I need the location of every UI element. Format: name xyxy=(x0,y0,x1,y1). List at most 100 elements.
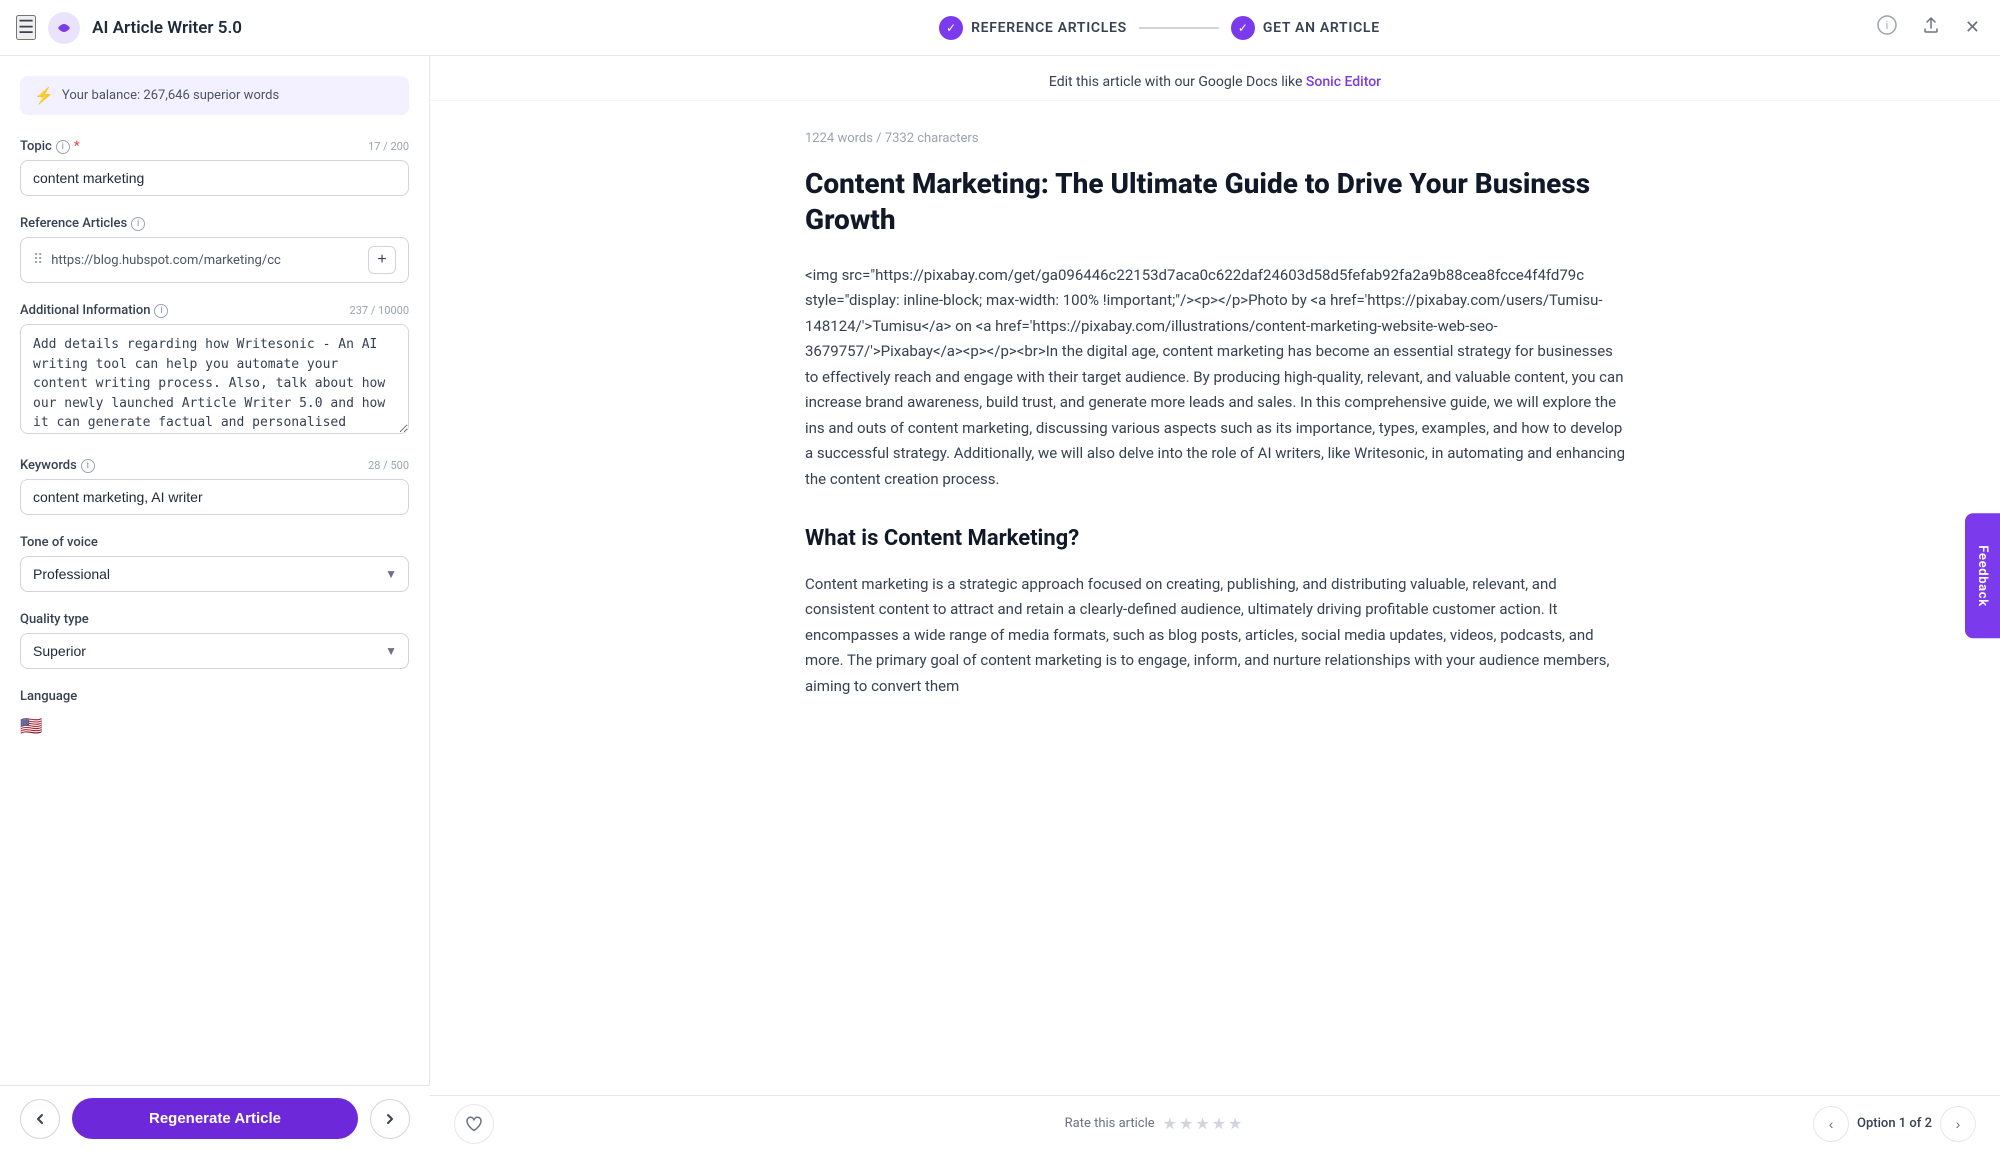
tone-select-wrapper: Professional Casual Formal Humorous ▼ xyxy=(20,556,409,592)
topic-info-icon[interactable]: i xyxy=(56,140,70,154)
add-reference-button[interactable]: + xyxy=(368,246,396,274)
tone-select[interactable]: Professional Casual Formal Humorous xyxy=(20,556,409,592)
additional-info-textarea[interactable]: Add details regarding how Writesonic - A… xyxy=(20,324,409,434)
heart-icon xyxy=(465,1115,483,1133)
additional-info-group: Additional Information i 237 / 10000 Add… xyxy=(20,303,409,438)
keywords-label: Keywords i xyxy=(20,458,95,473)
ref-label: Reference Articles i xyxy=(20,216,145,231)
article-content: <img src="https://pixabay.com/get/ga0964… xyxy=(805,263,1625,699)
keywords-group: Keywords i 28 / 500 xyxy=(20,458,409,515)
step-article[interactable]: ✓ GET AN ARTICLE xyxy=(1231,16,1380,40)
sidebar-bottom: Regenerate Article xyxy=(0,1085,430,1151)
article-bottom-bar: Rate this article ★ ★ ★ ★ ★ ‹ Option 1 o… xyxy=(430,1095,2000,1151)
star-4[interactable]: ★ xyxy=(1212,1114,1226,1133)
quality-select-wrapper: Superior Premium Economy ▼ xyxy=(20,633,409,669)
step-reference[interactable]: ✓ REFERENCE ARTICLES xyxy=(939,16,1127,40)
balance-text: Your balance: 267,646 superior words xyxy=(62,88,279,103)
keywords-input[interactable] xyxy=(20,479,409,515)
next-option-button[interactable]: › xyxy=(1940,1106,1976,1142)
header: ☰ AI Article Writer 5.0 ✓ REFERENCE ARTI… xyxy=(0,0,2000,56)
tone-label: Tone of voice xyxy=(20,535,98,550)
tone-label-row: Tone of voice xyxy=(20,535,409,550)
step1-label: REFERENCE ARTICLES xyxy=(971,20,1127,36)
ref-info-icon[interactable]: i xyxy=(131,217,145,231)
lightning-icon: ⚡ xyxy=(34,86,54,105)
step-line xyxy=(1139,27,1219,29)
sonic-editor-link[interactable]: Sonic Editor xyxy=(1306,74,1381,90)
prev-option-button[interactable]: ‹ xyxy=(1813,1106,1849,1142)
ref-label-row: Reference Articles i xyxy=(20,216,409,231)
section-paragraph: Content marketing is a strategic approac… xyxy=(805,572,1625,700)
star-5[interactable]: ★ xyxy=(1228,1114,1242,1133)
like-button[interactable] xyxy=(454,1104,494,1144)
step2-icon: ✓ xyxy=(1231,16,1255,40)
feedback-wrapper: Feedback xyxy=(1965,513,2000,638)
star-2[interactable]: ★ xyxy=(1179,1114,1193,1133)
content-area: Edit this article with our Google Docs l… xyxy=(430,56,2000,1151)
header-right: i ✕ xyxy=(1873,11,1984,44)
step2-label: GET AN ARTICLE xyxy=(1263,20,1380,36)
addinfo-label-row: Additional Information i 237 / 10000 xyxy=(20,303,409,318)
article-body: 1224 words / 7332 characters Content Mar… xyxy=(765,101,1665,815)
header-center: ✓ REFERENCE ARTICLES ✓ GET AN ARTICLE xyxy=(446,16,1873,40)
article-title: Content Marketing: The Ultimate Guide to… xyxy=(805,166,1625,239)
reference-articles-group: Reference Articles i ⠿ https://blog.hubs… xyxy=(20,216,409,283)
share-icon xyxy=(1921,15,1941,35)
header-left: ☰ AI Article Writer 5.0 xyxy=(16,12,446,44)
close-button[interactable]: ✕ xyxy=(1961,13,1984,42)
language-flag-icon: 🇺🇸 xyxy=(20,716,42,737)
topic-field-group: Topic i * 17 / 200 xyxy=(20,139,409,196)
keywords-label-row: Keywords i 28 / 500 xyxy=(20,458,409,473)
language-group: Language 🇺🇸 xyxy=(20,689,409,743)
quality-group: Quality type Superior Premium Economy ▼ xyxy=(20,612,409,669)
info-button[interactable]: i xyxy=(1873,11,1901,44)
quality-label: Quality type xyxy=(20,612,89,627)
ref-article-row: ⠿ https://blog.hubspot.com/marketing/cc … xyxy=(20,237,409,283)
logo-icon xyxy=(48,12,80,44)
main-layout: ⚡ Your balance: 267,646 superior words T… xyxy=(0,56,2000,1151)
word-count: 1224 words / 7332 characters xyxy=(805,131,1625,146)
forward-button[interactable] xyxy=(370,1099,410,1139)
required-star: * xyxy=(74,139,80,154)
nav-section: ‹ Option 1 of 2 › xyxy=(1813,1106,1976,1142)
sidebar: ⚡ Your balance: 267,646 superior words T… xyxy=(0,56,430,1151)
back-button[interactable] xyxy=(20,1099,60,1139)
section-heading: What is Content Marketing? xyxy=(805,520,1625,557)
back-arrow-icon xyxy=(32,1111,48,1127)
tone-group: Tone of voice Professional Casual Formal… xyxy=(20,535,409,592)
regenerate-button[interactable]: Regenerate Article xyxy=(72,1098,358,1139)
topic-input[interactable] xyxy=(20,160,409,196)
drag-handle-icon[interactable]: ⠿ xyxy=(33,252,43,268)
app-title: AI Article Writer 5.0 xyxy=(92,18,242,38)
topic-label-row: Topic i * 17 / 200 xyxy=(20,139,409,154)
hamburger-button[interactable]: ☰ xyxy=(16,15,36,40)
option-text: Option 1 of 2 xyxy=(1857,1116,1932,1131)
star-1[interactable]: ★ xyxy=(1163,1114,1177,1133)
rate-text: Rate this article xyxy=(1065,1116,1155,1131)
star-rating[interactable]: ★ ★ ★ ★ ★ xyxy=(1163,1114,1243,1133)
quality-label-row: Quality type xyxy=(20,612,409,627)
addinfo-label: Additional Information i xyxy=(20,303,168,318)
edit-text: Edit this article with our Google Docs l… xyxy=(1049,74,1303,90)
addinfo-info-icon[interactable]: i xyxy=(154,304,168,318)
step1-icon: ✓ xyxy=(939,16,963,40)
info-icon: i xyxy=(1877,15,1897,35)
keywords-info-icon[interactable]: i xyxy=(81,459,95,473)
star-3[interactable]: ★ xyxy=(1195,1114,1209,1133)
content-top-bar: Edit this article with our Google Docs l… xyxy=(430,56,2000,101)
keywords-char-count: 28 / 500 xyxy=(368,459,409,472)
language-label: Language xyxy=(20,689,77,704)
article-img-paragraph: <img src="https://pixabay.com/get/ga0964… xyxy=(805,263,1625,493)
svg-text:i: i xyxy=(1886,20,1888,32)
addinfo-char-count: 237 / 10000 xyxy=(350,304,409,317)
balance-bar: ⚡ Your balance: 267,646 superior words xyxy=(20,76,409,115)
rate-section: Rate this article ★ ★ ★ ★ ★ xyxy=(1065,1114,1243,1133)
feedback-button[interactable]: Feedback xyxy=(1965,513,2000,638)
topic-label: Topic i * xyxy=(20,139,80,154)
topic-char-count: 17 / 200 xyxy=(368,140,409,153)
language-label-row: Language xyxy=(20,689,409,704)
ref-url-text: https://blog.hubspot.com/marketing/cc xyxy=(51,253,360,268)
forward-arrow-icon xyxy=(382,1111,398,1127)
share-button[interactable] xyxy=(1917,11,1945,44)
quality-select[interactable]: Superior Premium Economy xyxy=(20,633,409,669)
